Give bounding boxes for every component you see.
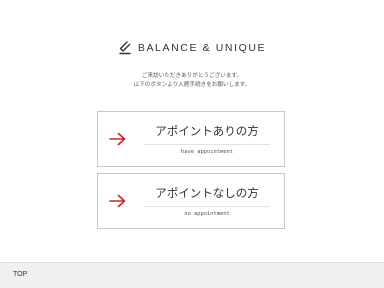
- brand-logo-icon: [119, 41, 131, 55]
- brand-name: BALANCE & UNIQUE: [137, 42, 267, 54]
- arrow-right-icon: [109, 132, 126, 146]
- reception-page: BALANCE & UNIQUE ご来訪いただきありがとうございます。 以下のボ…: [0, 0, 384, 288]
- divider: [144, 206, 270, 207]
- intro-message: ご来訪いただきありがとうございます。 以下のボタンより入館手続きをお願いします。: [0, 72, 384, 90]
- top-link[interactable]: TOP: [13, 271, 27, 278]
- no-appointment-subtitle: no appointment: [184, 211, 230, 217]
- divider: [144, 144, 270, 145]
- no-appointment-title: アポイントなしの方: [155, 186, 259, 200]
- brand-header: BALANCE & UNIQUE: [0, 40, 384, 56]
- no-appointment-button[interactable]: アポイントなしの方 no appointment: [97, 173, 285, 229]
- intro-line-2: 以下のボタンより入館手続きをお願いします。: [133, 82, 251, 88]
- footer-bar: TOP: [0, 262, 384, 288]
- arrow-right-icon: [109, 194, 126, 208]
- have-appointment-button[interactable]: アポイントありの方 have appointment: [97, 111, 285, 167]
- have-appointment-subtitle: have appointment: [181, 149, 233, 155]
- have-appointment-title: アポイントありの方: [155, 124, 259, 138]
- intro-line-1: ご来訪いただきありがとうございます。: [141, 73, 243, 79]
